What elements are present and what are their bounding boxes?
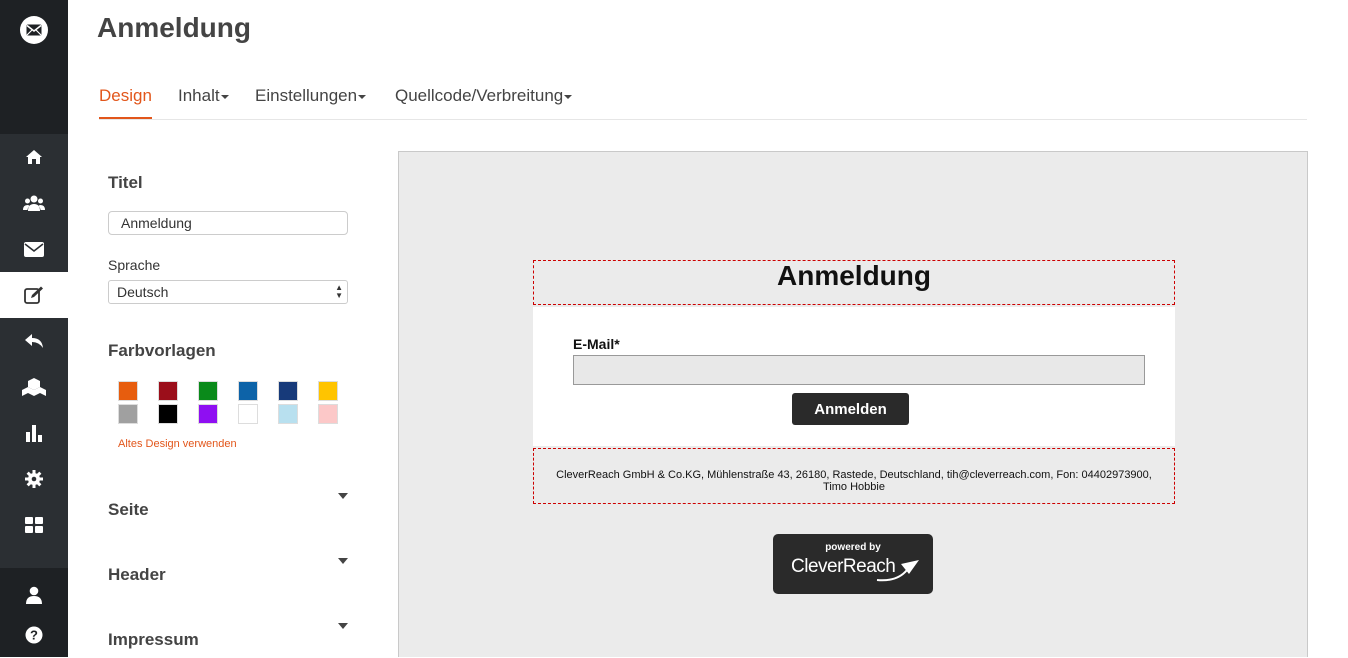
language-select[interactable]: Deutsch ▲ ▼ — [108, 280, 348, 304]
email-label: E-Mail* — [573, 336, 620, 352]
imprint-line-1: CleverReach GmbH & Co.KG, Mühlenstraße 4… — [556, 469, 1152, 481]
sidebar-item-apps[interactable] — [0, 502, 68, 548]
user-icon — [26, 586, 42, 604]
color-swatch[interactable] — [158, 404, 178, 424]
help-icon: ? — [25, 626, 43, 644]
color-swatch[interactable] — [158, 381, 178, 401]
sidebar-bottom: ? — [0, 568, 68, 657]
caret-down-icon — [358, 94, 367, 99]
page-title: Anmeldung — [97, 12, 251, 43]
bar-chart-icon — [26, 425, 42, 442]
tab-quellcode-verbreitung[interactable]: Quellcode/Verbreitung — [395, 86, 573, 119]
users-icon — [23, 195, 45, 211]
powered-by-text: powered by — [825, 542, 881, 553]
home-icon — [26, 150, 42, 164]
sidebar-item-reports[interactable] — [0, 410, 68, 456]
color-swatch[interactable] — [118, 381, 138, 401]
design-settings-panel: Titel Sprache Deutsch ▲▼ Farbvorlagen Al… — [83, 120, 383, 657]
email-field[interactable] — [573, 355, 1145, 385]
color-swatch[interactable] — [238, 381, 258, 401]
color-swatch[interactable] — [318, 404, 338, 424]
sidebar-item-help[interactable]: ? — [0, 612, 68, 658]
form-title: Anmeldung — [777, 260, 931, 291]
tab-bar: Design Inhalt Einstellungen Quellcode/Ve… — [99, 86, 1307, 120]
section-impressum[interactable]: Impressum — [108, 630, 199, 650]
farbvorlagen-heading: Farbvorlagen — [108, 341, 216, 360]
chevron-down-icon[interactable] — [338, 493, 348, 499]
select-arrows-icon: ▲ ▼ — [335, 283, 343, 300]
color-swatch[interactable] — [278, 404, 298, 424]
sidebar-item-forms[interactable] — [0, 272, 68, 318]
cubes-icon — [22, 378, 46, 396]
sidebar-item-autoresponder[interactable] — [0, 318, 68, 364]
tab-design[interactable]: Design — [99, 86, 152, 119]
color-swatch[interactable] — [318, 381, 338, 401]
mail-logo-icon — [20, 15, 48, 44]
submit-button[interactable]: Anmelden — [792, 393, 909, 425]
svg-text:?: ? — [30, 628, 38, 643]
color-swatch[interactable] — [118, 404, 138, 424]
imprint-line-2: Timo Hobbie — [823, 481, 885, 493]
color-swatch[interactable] — [198, 404, 218, 424]
paper-plane-icon — [876, 560, 919, 582]
grid-icon — [25, 517, 43, 533]
form-preview: Anmeldung E-Mail* Anmelden CleverReach G… — [398, 151, 1308, 657]
titel-heading: Titel — [108, 173, 143, 192]
form-body[interactable]: E-Mail* Anmelden — [533, 307, 1175, 446]
envelope-icon — [24, 241, 44, 257]
section-seite[interactable]: Seite — [108, 500, 149, 520]
gear-icon — [25, 470, 43, 488]
color-swatch[interactable] — [238, 404, 258, 424]
old-design-link[interactable]: Altes Design verwenden — [118, 438, 237, 450]
sidebar-item-contacts[interactable] — [0, 180, 68, 226]
chevron-down-icon[interactable] — [338, 623, 348, 629]
app-logo[interactable] — [0, 0, 68, 59]
color-swatch[interactable] — [278, 381, 298, 401]
caret-down-icon — [220, 94, 229, 99]
color-swatch[interactable] — [198, 381, 218, 401]
tab-einstellungen[interactable]: Einstellungen — [255, 86, 367, 119]
tab-inhalt[interactable]: Inhalt — [178, 86, 229, 119]
title-input[interactable] — [108, 211, 348, 235]
powered-by-badge[interactable]: powered by CleverReach — [773, 534, 933, 594]
section-header[interactable]: Header — [108, 565, 166, 585]
sidebar-item-integrations[interactable] — [0, 364, 68, 410]
sidebar-item-settings[interactable] — [0, 456, 68, 502]
reply-icon — [25, 334, 43, 348]
sidebar-item-mailings[interactable] — [0, 226, 68, 272]
sidebar-spacer — [0, 59, 68, 134]
chevron-down-icon[interactable] — [338, 558, 348, 564]
sprache-label: Sprache — [108, 257, 161, 273]
caret-down-icon — [564, 94, 573, 99]
sidebar-item-home[interactable] — [0, 134, 68, 180]
imprint-block[interactable]: CleverReach GmbH & Co.KG, Mühlenstraße 4… — [533, 448, 1175, 504]
edit-icon — [24, 286, 43, 304]
sidebar: ? — [0, 0, 68, 657]
form-title-block[interactable]: Anmeldung — [533, 260, 1175, 305]
signup-form: Anmeldung E-Mail* Anmelden CleverReach G… — [533, 260, 1175, 504]
